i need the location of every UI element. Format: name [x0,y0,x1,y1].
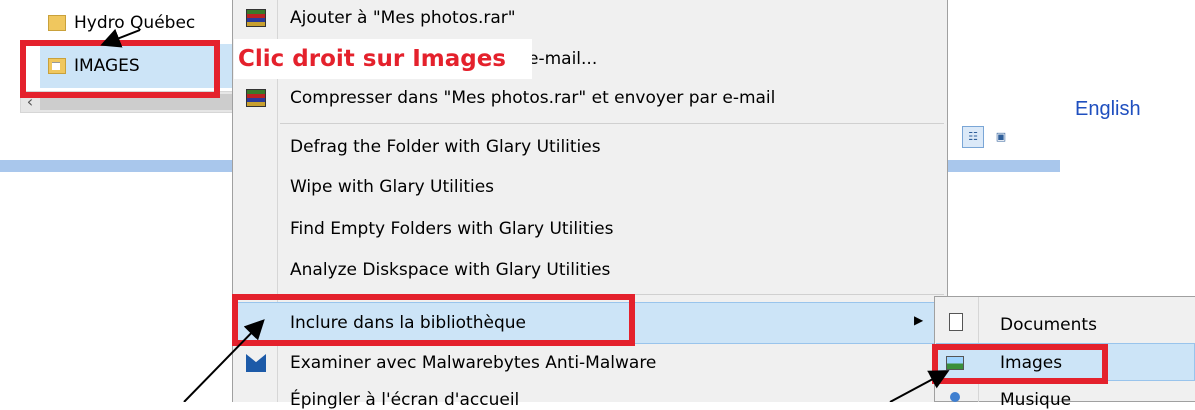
arrow-to-images-folder [100,28,141,48]
arrow-to-images-library [889,370,950,402]
arrow-to-include-library [183,319,265,402]
annotation-arrows [100,28,950,402]
